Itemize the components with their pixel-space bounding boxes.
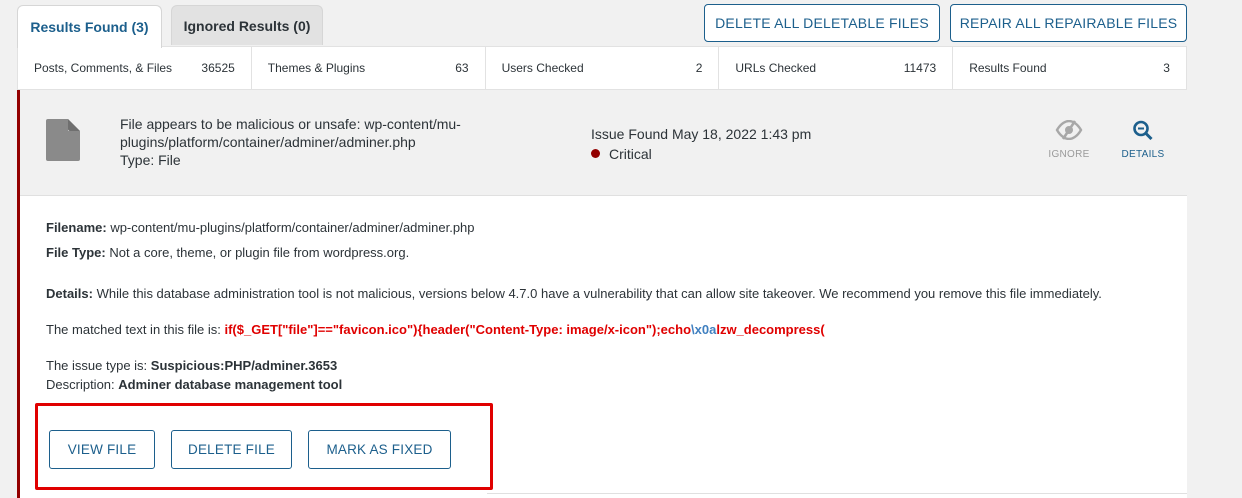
stat-label: Posts, Comments, & Files	[34, 61, 173, 75]
tab-results-found[interactable]: Results Found (3)	[17, 5, 162, 48]
stat-value: 2	[695, 61, 703, 75]
matched-code-escape: \x0a	[691, 322, 717, 337]
description-prefix: Description:	[46, 377, 115, 392]
details-row: Details: While this database administrat…	[46, 285, 1126, 303]
details-button[interactable]: DETAILS	[1113, 120, 1173, 160]
filename-value: wp-content/mu-plugins/platform/container…	[110, 220, 475, 235]
matched-code-part1: if($_GET["file"]=="favicon.ico"){header(…	[224, 322, 692, 337]
stat-posts-comments-files: Posts, Comments, & Files 36525	[18, 47, 252, 89]
issue-found-date: Issue Found May 18, 2022 1:43 pm	[591, 126, 812, 142]
stat-value: 36525	[201, 61, 235, 75]
tab-ignored-results[interactable]: Ignored Results (0)	[171, 5, 323, 45]
ignore-button[interactable]: IGNORE	[1039, 120, 1099, 160]
severity-indicator: Critical	[591, 144, 811, 164]
search-icon	[1133, 120, 1153, 140]
eye-slash-icon	[1055, 120, 1083, 140]
repair-all-repairable-button[interactable]: REPAIR ALL REPAIRABLE FILES	[950, 4, 1187, 42]
filename-row: Filename: wp-content/mu-plugins/platform…	[46, 219, 1126, 237]
mark-as-fixed-button[interactable]: MARK AS FIXED	[308, 430, 451, 469]
stat-users-checked: Users Checked 2	[486, 47, 720, 89]
stat-label: Results Found	[969, 61, 1047, 75]
issue-title: File appears to be malicious or unsafe: …	[120, 116, 461, 150]
severity-label: Critical	[609, 146, 652, 162]
stat-label: Users Checked	[501, 61, 584, 75]
file-icon	[46, 119, 80, 161]
matched-code-part2: lzw_decompress(	[716, 322, 825, 337]
stat-urls-checked: URLs Checked 11473	[719, 47, 954, 89]
stat-label: Themes & Plugins	[267, 61, 366, 75]
issue-found-info: Issue Found May 18, 2022 1:43 pm Critica…	[591, 124, 811, 164]
details-label: DETAILS	[1121, 149, 1165, 160]
ignore-label: IGNORE	[1048, 149, 1090, 160]
details-text: While this database administration tool …	[96, 286, 1102, 301]
delete-file-button[interactable]: DELETE FILE	[171, 430, 292, 469]
stat-value: 11473	[903, 61, 937, 75]
issue-summary: File appears to be malicious or unsafe: …	[120, 115, 500, 169]
details-heading: Details:	[46, 286, 93, 301]
stat-results-found: Results Found 3	[953, 47, 1186, 89]
issue-type-prefix: The issue type is:	[46, 358, 148, 373]
filetype-row: File Type: Not a core, theme, or plugin …	[46, 244, 1126, 262]
severity-dot	[591, 149, 600, 158]
matched-prefix: The matched text in this file is:	[46, 322, 221, 337]
view-file-button[interactable]: VIEW FILE	[49, 430, 155, 469]
filetype-value: Not a core, theme, or plugin file from w…	[109, 245, 410, 260]
filetype-label: File Type:	[46, 245, 106, 260]
filename-label: Filename:	[46, 220, 107, 235]
scan-stats-bar: Posts, Comments, & Files 36525 Themes & …	[17, 46, 1187, 90]
stat-label: URLs Checked	[735, 61, 817, 75]
matched-text-row: The matched text in this file is: if($_G…	[46, 321, 1126, 339]
description-value: Adminer database management tool	[118, 377, 343, 392]
description-row: Description: Adminer database management…	[46, 376, 1126, 394]
issue-type: Type: File	[120, 152, 181, 168]
stat-value: 63	[455, 61, 469, 75]
divider	[487, 493, 1187, 494]
delete-all-deletable-button[interactable]: DELETE ALL DELETABLE FILES	[704, 4, 940, 42]
stat-value: 3	[1163, 61, 1170, 75]
issue-type-row: The issue type is: Suspicious:PHP/admine…	[46, 357, 1126, 375]
stat-themes-plugins: Themes & Plugins 63	[252, 47, 486, 89]
issue-header[interactable]: File appears to be malicious or unsafe: …	[20, 90, 1187, 196]
issue-type-value: Suspicious:PHP/adminer.3653	[150, 358, 338, 373]
issue-card: File appears to be malicious or unsafe: …	[17, 90, 1187, 498]
